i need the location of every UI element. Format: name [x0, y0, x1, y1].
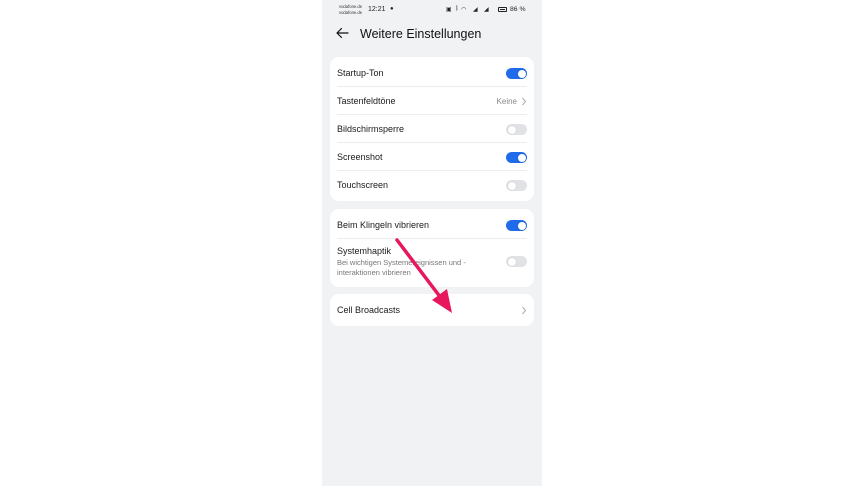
carrier-1: vodafone.de: [339, 4, 363, 9]
row-sublabel: Bei wichtigen Systemereignissen und -int…: [337, 258, 466, 277]
bluetooth-icon: ᛒ: [455, 6, 459, 12]
row-label: Systemhaptik: [337, 246, 392, 256]
row-label: Bildschirmsperre: [337, 124, 405, 134]
row-cell-broadcasts[interactable]: Cell Broadcasts: [330, 296, 534, 324]
row-label: Beim Klingeln vibrieren: [337, 220, 430, 230]
settings-group-vibration: Beim Klingeln vibrieren Systemhaptik Bei…: [330, 209, 534, 287]
nfc-icon: ▣: [446, 7, 452, 13]
battery-icon: [498, 7, 507, 12]
row-screenshot[interactable]: Screenshot: [330, 143, 534, 171]
bildschirmsperre-toggle[interactable]: [506, 124, 527, 135]
chevron-right-icon: [522, 97, 527, 106]
touchscreen-toggle[interactable]: [506, 180, 527, 191]
klingeln-vibrieren-toggle[interactable]: [506, 220, 527, 231]
row-tastenfeldtoene[interactable]: Tastenfeldtöne Keine: [330, 87, 534, 115]
wifi-icon: ◠: [461, 7, 467, 13]
signal-icon-2: ◢: [484, 7, 489, 13]
carrier-labels: vodafone.de vodafone.de: [339, 4, 362, 15]
screenshot-toggle[interactable]: [506, 152, 527, 163]
carrier-2: vodafone.de: [339, 9, 363, 15]
page-title: Weitere Einstellungen: [360, 27, 482, 41]
row-label: Touchscreen: [337, 180, 389, 190]
phone-screen: vodafone.de vodafone.de 12:21 ● ▣ ᛒ ◠ ◢ …: [322, 0, 542, 486]
back-arrow-icon[interactable]: [335, 26, 349, 40]
startup-ton-toggle[interactable]: [506, 68, 527, 79]
battery-percentage: 86 %: [510, 6, 526, 13]
signal-icon-1: ◢: [473, 7, 478, 13]
row-bildschirmsperre[interactable]: Bildschirmsperre: [330, 115, 534, 143]
row-beim-klingeln-vibrieren[interactable]: Beim Klingeln vibrieren: [330, 211, 534, 239]
row-startup-ton[interactable]: Startup-Ton: [330, 59, 534, 87]
tastenfeldtoene-value: Keine: [496, 97, 517, 106]
page-header: Weitere Einstellungen: [322, 22, 542, 46]
status-time: 12:21: [368, 6, 386, 13]
row-label: Cell Broadcasts: [337, 305, 401, 315]
status-bar: vodafone.de vodafone.de 12:21 ● ▣ ᛒ ◠ ◢ …: [322, 0, 542, 20]
row-touchscreen[interactable]: Touchscreen: [330, 171, 534, 199]
row-label: Tastenfeldtöne: [337, 96, 396, 106]
notification-icon: ●: [390, 6, 394, 12]
row-label: Startup-Ton: [337, 68, 384, 78]
systemhaptik-toggle[interactable]: [506, 256, 527, 267]
settings-group-broadcasts: Cell Broadcasts: [330, 294, 534, 326]
row-systemhaptik[interactable]: Systemhaptik Bei wichtigen Systemereigni…: [330, 239, 534, 285]
settings-group-sounds: Startup-Ton Tastenfeldtöne Keine Bildsch…: [330, 57, 534, 201]
chevron-right-icon: [522, 306, 527, 315]
row-label: Screenshot: [337, 152, 383, 162]
